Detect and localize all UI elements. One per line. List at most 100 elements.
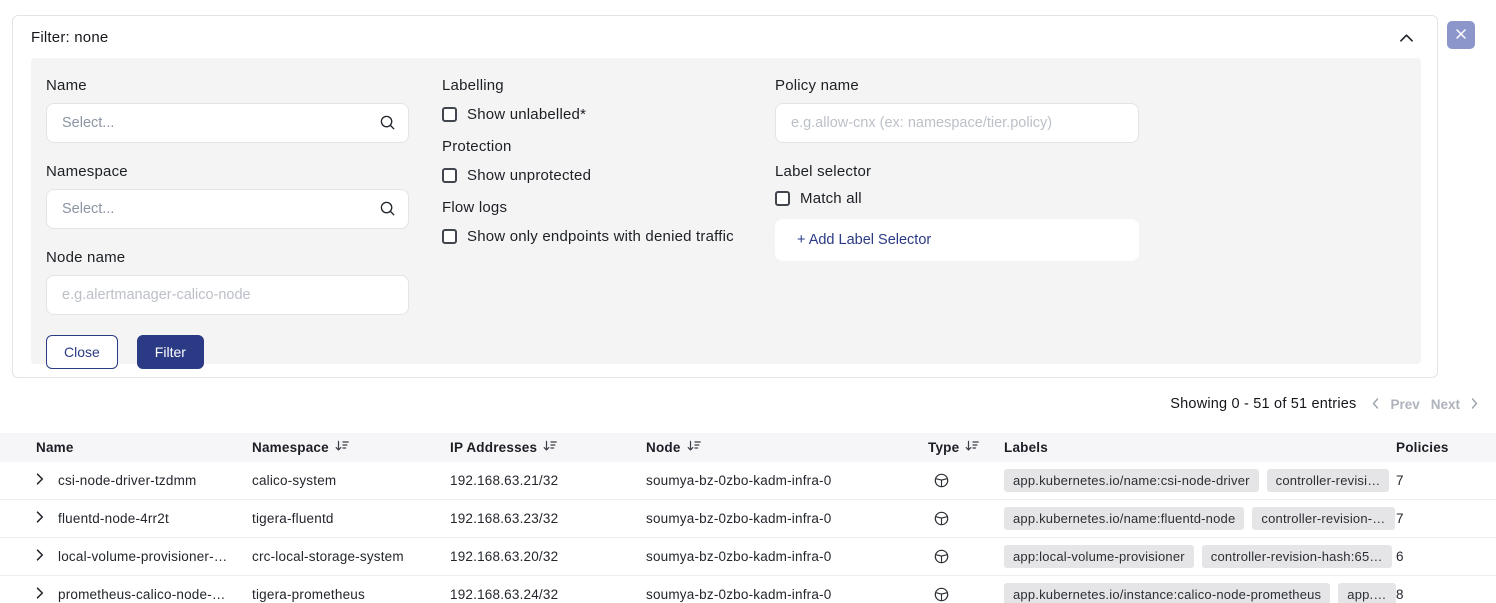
namespace-select-input[interactable] (46, 189, 409, 229)
node-name-input[interactable] (46, 275, 409, 315)
label-chip: app.… (1338, 583, 1395, 603)
sort-icon (965, 440, 979, 455)
endpoint-namespace: tigera-fluentd (252, 511, 450, 526)
chevron-right-icon (1471, 397, 1478, 412)
close-icon (1455, 28, 1467, 43)
prev-page-button[interactable]: Prev (1390, 397, 1419, 412)
show-unlabelled-checkbox[interactable]: Show unlabelled* (442, 106, 742, 123)
endpoints-table: Name Namespace IP Addresses Node Type La… (0, 433, 1496, 603)
close-button[interactable]: Close (46, 335, 118, 369)
label-chip: controller-revisi… (1267, 469, 1390, 492)
endpoint-node: soumya-bz-0zbo-kadm-infra-0 (646, 473, 928, 488)
expand-row-button[interactable] (36, 549, 58, 564)
filter-column-inputs: Name Namespace Node name Close Filt (46, 77, 409, 369)
label-chip: app.kubernetes.io/name:fluentd-node (1004, 507, 1244, 530)
endpoint-ip: 192.168.63.21/32 (450, 473, 646, 488)
filter-button[interactable]: Filter (137, 335, 204, 369)
match-all-checkbox[interactable]: Match all (775, 190, 1139, 207)
node-name-field-label: Node name (46, 249, 409, 266)
denied-traffic-checkbox[interactable]: Show only endpoints with denied traffic (442, 228, 742, 245)
endpoint-labels: app.kubernetes.io/name:csi-node-driver c… (1004, 469, 1396, 492)
chevron-right-icon (36, 549, 44, 564)
sort-icon (335, 440, 349, 455)
column-header-namespace[interactable]: Namespace (252, 440, 450, 455)
endpoint-labels: app.kubernetes.io/instance:calico-node-p… (1004, 583, 1396, 603)
filter-column-policy: Policy name Label selector Match all + A… (775, 77, 1139, 369)
endpoint-ip: 192.168.63.23/32 (450, 511, 646, 526)
show-unprotected-checkbox[interactable]: Show unprotected (442, 167, 742, 184)
filter-title: Filter: none (31, 29, 108, 46)
endpoint-node: soumya-bz-0zbo-kadm-infra-0 (646, 511, 928, 526)
pod-icon (928, 587, 1004, 602)
chevron-right-icon (36, 473, 44, 488)
chevron-right-icon (36, 511, 44, 526)
expand-row-button[interactable] (36, 587, 58, 602)
policy-name-input[interactable] (775, 103, 1139, 143)
endpoint-name: csi-node-driver-tzdmm (58, 473, 252, 488)
endpoint-policies-count: 7 (1396, 473, 1496, 488)
namespace-field-label: Namespace (46, 163, 409, 180)
labelling-section-label: Labelling (442, 77, 742, 94)
column-header-node[interactable]: Node (646, 440, 928, 455)
pod-icon (928, 511, 1004, 526)
table-row: fluentd-node-4rr2t tigera-fluentd 192.16… (0, 500, 1496, 538)
name-select-input[interactable] (46, 103, 409, 143)
checkbox-icon (442, 168, 457, 183)
endpoint-name: local-volume-provisioner-… (58, 549, 252, 564)
label-chip: app:local-volume-provisioner (1004, 545, 1194, 568)
filter-panel: Filter: none Name Namespace (12, 15, 1438, 378)
endpoint-labels: app:local-volume-provisioner controller-… (1004, 545, 1396, 568)
table-row: prometheus-calico-node-… tigera-promethe… (0, 576, 1496, 603)
sort-icon (543, 440, 557, 455)
add-label-selector-button[interactable]: + Add Label Selector (775, 219, 1139, 261)
checkbox-icon (442, 107, 457, 122)
endpoint-namespace: crc-local-storage-system (252, 549, 450, 564)
pagination-bar: Showing 0 - 51 of 51 entries Prev Next (1170, 396, 1478, 412)
endpoint-ip: 192.168.63.20/32 (450, 549, 646, 564)
table-header-row: Name Namespace IP Addresses Node Type La… (0, 433, 1496, 462)
entries-summary: Showing 0 - 51 of 51 entries (1170, 396, 1356, 412)
endpoint-ip: 192.168.63.24/32 (450, 587, 646, 602)
name-field-label: Name (46, 77, 409, 94)
close-filter-panel-button[interactable] (1447, 21, 1475, 49)
column-header-name[interactable]: Name (36, 440, 252, 455)
column-header-type[interactable]: Type (928, 440, 1004, 455)
checkbox-icon (442, 229, 457, 244)
column-header-policies[interactable]: Policies (1396, 440, 1496, 455)
flow-logs-section-label: Flow logs (442, 199, 742, 216)
protection-section-label: Protection (442, 138, 742, 155)
prev-page-chevron-button[interactable] (1372, 397, 1379, 412)
label-chip: app.kubernetes.io/instance:calico-node-p… (1004, 583, 1330, 603)
checkbox-icon (775, 191, 790, 206)
next-page-button[interactable]: Next (1431, 397, 1460, 412)
policy-name-field-label: Policy name (775, 77, 1139, 94)
filter-panel-header: Filter: none (13, 16, 1437, 58)
label-chip: controller-revision-… (1252, 507, 1394, 530)
label-chip: app.kubernetes.io/name:csi-node-driver (1004, 469, 1259, 492)
endpoint-name: prometheus-calico-node-… (58, 587, 252, 602)
collapse-panel-button[interactable] (1396, 26, 1417, 49)
endpoint-node: soumya-bz-0zbo-kadm-infra-0 (646, 587, 928, 602)
filter-column-checkboxes: Labelling Show unlabelled* Protection Sh… (442, 77, 742, 369)
column-header-ip-addresses[interactable]: IP Addresses (450, 440, 646, 455)
column-header-labels[interactable]: Labels (1004, 440, 1396, 455)
endpoint-policies-count: 8 (1396, 587, 1496, 602)
label-chip: controller-revision-hash:65… (1202, 545, 1392, 568)
label-selector-section-label: Label selector (775, 163, 1139, 180)
sort-icon (687, 440, 701, 455)
endpoint-policies-count: 7 (1396, 511, 1496, 526)
endpoint-policies-count: 6 (1396, 549, 1496, 564)
endpoint-namespace: calico-system (252, 473, 450, 488)
chevron-right-icon (36, 587, 44, 602)
filter-form: Name Namespace Node name Close Filt (31, 58, 1421, 364)
expand-row-button[interactable] (36, 511, 58, 526)
endpoint-node: soumya-bz-0zbo-kadm-infra-0 (646, 549, 928, 564)
endpoint-name: fluentd-node-4rr2t (58, 511, 252, 526)
next-page-chevron-button[interactable] (1471, 397, 1478, 412)
endpoint-namespace: tigera-prometheus (252, 587, 450, 602)
expand-row-button[interactable] (36, 473, 58, 488)
pod-icon (928, 549, 1004, 564)
chevron-up-icon (1400, 30, 1413, 45)
pod-icon (928, 473, 1004, 488)
chevron-left-icon (1372, 397, 1379, 412)
